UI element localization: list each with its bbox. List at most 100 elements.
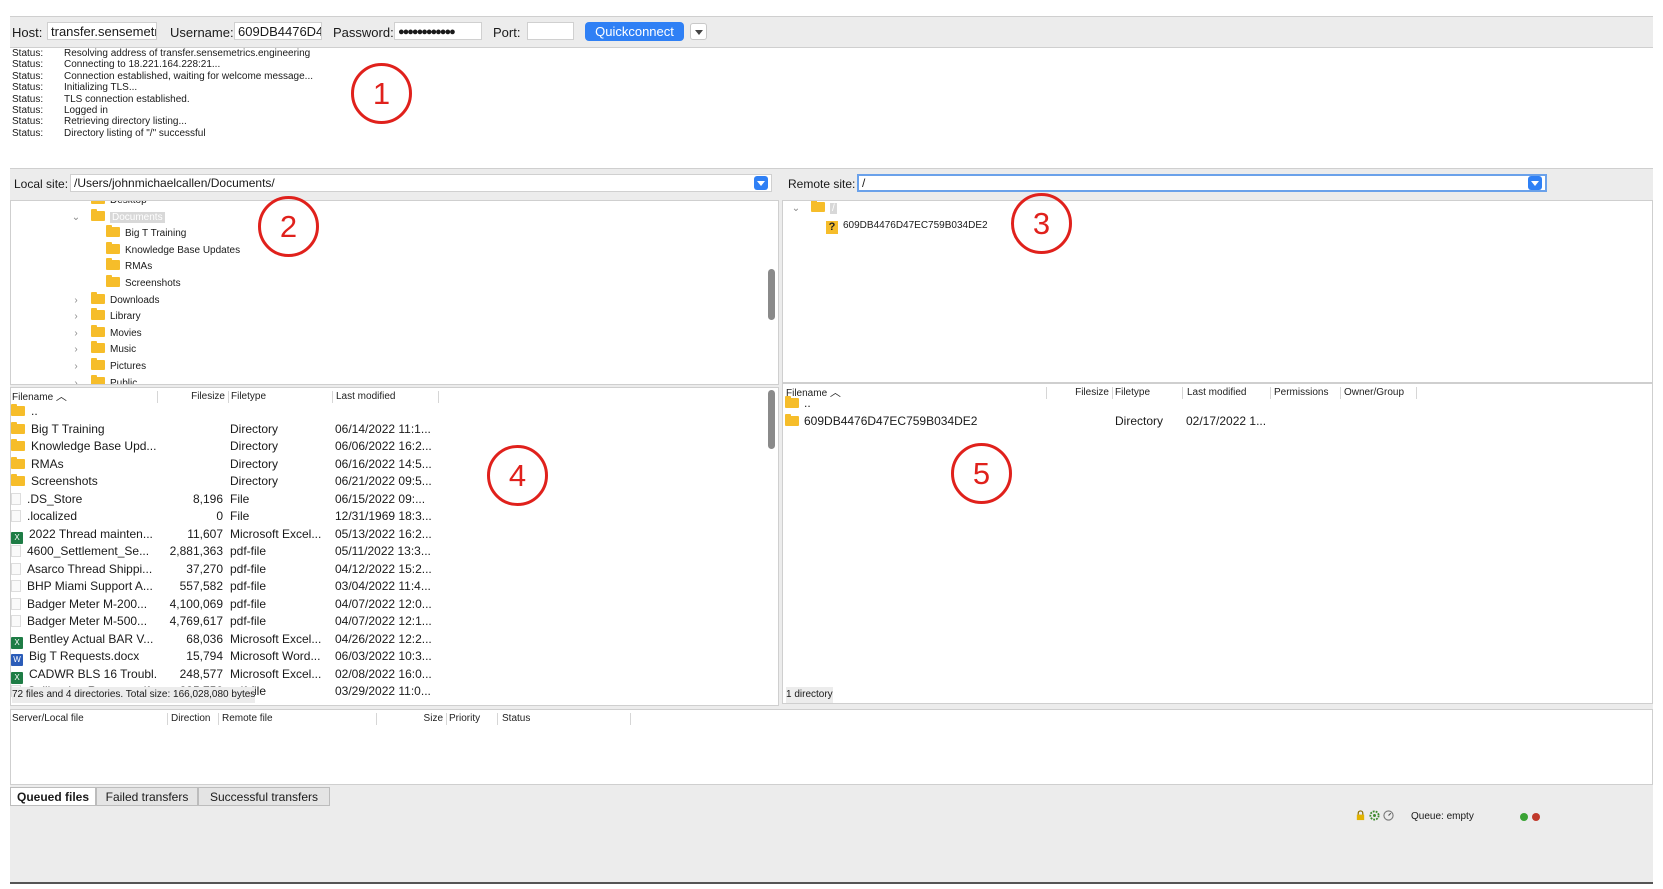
file-row[interactable]: .. xyxy=(11,403,761,420)
queue-col-direction[interactable]: Direction xyxy=(171,710,210,728)
file-size: 15,794 xyxy=(186,649,223,663)
host-input[interactable]: transfer.sensemetrics.engineering xyxy=(47,22,157,40)
column-divider[interactable] xyxy=(218,713,219,725)
file-row[interactable]: Big T Training Directory 06/14/2022 11:1..… xyxy=(11,421,761,438)
file-row[interactable]: RMAs Directory 06/16/2022 14:5... xyxy=(11,456,761,473)
chevron-down-icon[interactable]: ⌄ xyxy=(791,201,801,217)
queue-col-priority[interactable]: Priority xyxy=(449,710,480,728)
password-input[interactable]: ●●●●●●●●●●●● xyxy=(394,22,482,40)
queue-col-server-local-file[interactable]: Server/Local file xyxy=(12,710,84,728)
tree-item[interactable]: ⌄ Documents xyxy=(72,208,165,226)
file-modified: 03/29/2022 11:0... xyxy=(335,684,431,698)
queue-col-status[interactable]: Status xyxy=(502,710,530,728)
remote-site-path[interactable]: / xyxy=(857,174,1547,192)
gear-icon[interactable] xyxy=(1369,810,1380,821)
remote-file-list[interactable]: Filename ︿ Filesize Filetype Last modifi… xyxy=(782,383,1653,704)
file-row[interactable]: 609DB4476D47EC759B034DE2 Directory 02/17/2… xyxy=(783,413,1643,430)
tree-item[interactable]: › Music xyxy=(74,341,136,358)
column-divider[interactable] xyxy=(497,713,498,725)
local-list-scrollbar[interactable] xyxy=(768,390,775,449)
file-row[interactable]: Badger Meter M-500... 4,769,617 pdf-file 04… xyxy=(11,613,761,630)
local-directory-tree[interactable]: Desktop ⌄ Documents Big T Training Knowledge… xyxy=(10,200,779,385)
folder-icon xyxy=(11,439,25,451)
column-divider[interactable] xyxy=(376,713,377,725)
message-log[interactable]: Status: Resolving address of transfer.sen… xyxy=(10,47,1653,169)
tab-failed-transfers[interactable]: Failed transfers xyxy=(96,787,198,806)
local-site-dropdown-icon[interactable] xyxy=(754,176,768,190)
remote-site-dropdown-icon[interactable] xyxy=(1528,176,1542,190)
file-row[interactable]: BHP Miami Support A... 557,582 pdf-file 03/… xyxy=(11,578,761,595)
remote-directory-tree[interactable]: ⌄ /? 609DB4476D47EC759B034DE2 xyxy=(782,200,1653,383)
tab-successful-transfers[interactable]: Successful transfers xyxy=(198,787,330,806)
file-name: .. xyxy=(804,396,811,410)
file-modified: 03/04/2022 11:4... xyxy=(335,579,431,593)
chevron-right-icon[interactable]: › xyxy=(71,376,81,384)
receive-indicator-icon xyxy=(1520,813,1528,821)
chevron-down-icon[interactable]: ⌄ xyxy=(71,210,81,226)
file-row[interactable]: 4600_Settlement_Se... 2,881,363 pdf-file 05… xyxy=(11,543,761,560)
file-row[interactable]: Screenshots Directory 06/21/2022 09:5... xyxy=(11,473,761,490)
queue-col-size[interactable]: Size xyxy=(379,710,443,728)
tree-item[interactable]: › Library xyxy=(74,308,141,325)
quickconnect-button[interactable]: Quickconnect xyxy=(585,22,684,41)
column-divider[interactable] xyxy=(438,391,439,403)
tree-item[interactable]: › Downloads xyxy=(74,291,159,309)
column-divider[interactable] xyxy=(167,713,168,725)
file-row[interactable]: X Bentley Actual BAR V... 68,036 Microsoft … xyxy=(11,631,761,649)
chevron-right-icon[interactable]: › xyxy=(71,293,81,309)
file-type: Directory xyxy=(230,474,279,488)
file-row[interactable]: Knowledge Base Upd... Directory 06/06/2022… xyxy=(11,438,761,455)
quickconnect-history-dropdown[interactable] xyxy=(690,23,707,40)
port-input[interactable] xyxy=(527,22,574,40)
tree-item[interactable]: Screenshots xyxy=(106,275,181,292)
column-divider[interactable] xyxy=(446,713,447,725)
column-divider[interactable] xyxy=(157,391,158,403)
username-input[interactable]: 609DB4476D47EC759B034DE2 xyxy=(234,22,322,40)
column-divider[interactable] xyxy=(332,391,333,403)
local-site-path[interactable]: /Users/johnmichaelcallen/Documents/ xyxy=(70,174,772,192)
file-row[interactable]: X CADWR BLS 16 Troubl... 248,577 Microsoft … xyxy=(11,666,761,684)
file-type: Directory xyxy=(230,421,279,436)
speed-limit-icon[interactable] xyxy=(1382,810,1394,821)
column-divider[interactable] xyxy=(630,713,631,725)
file-row[interactable]: Asarco Thread Shippi... 37,270 pdf-file 04/… xyxy=(11,561,761,578)
tree-item[interactable]: › Public xyxy=(74,374,137,384)
file-row[interactable]: W Big T Requests.docx 15,794 Microsoft Word… xyxy=(11,648,761,666)
local-file-list[interactable]: Filename ︿ Filesize Filetype Last modifi… xyxy=(10,387,779,706)
column-divider[interactable] xyxy=(228,391,229,403)
log-message: Initializing TLS... xyxy=(64,82,138,94)
queue-col-remote-file[interactable]: Remote file xyxy=(222,710,273,728)
file-row[interactable]: .. xyxy=(783,395,1643,412)
file-modified: 06/03/2022 10:3... xyxy=(335,649,432,663)
file-size: 4,769,617 xyxy=(169,614,223,628)
file-name-cell: 4600_Settlement_Se... xyxy=(11,543,157,560)
tree-item[interactable]: › Pictures xyxy=(74,358,146,375)
file-type: pdf-file xyxy=(230,544,267,558)
log-message: Resolving address of transfer.sensemetri… xyxy=(64,48,311,59)
tree-item[interactable]: Knowledge Base Updates xyxy=(106,241,240,259)
tree-item[interactable]: Big T Training xyxy=(106,225,186,242)
tree-item[interactable]: › Movies xyxy=(74,324,142,342)
tree-item[interactable]: ⌄ / xyxy=(792,201,837,217)
tree-item[interactable]: RMAs xyxy=(106,258,152,275)
file-name: Big T Training xyxy=(31,421,105,436)
file-row[interactable]: X 2022 Thread mainten... 11,607 Microsoft E… xyxy=(11,526,761,544)
chevron-right-icon[interactable]: › xyxy=(71,326,81,342)
file-name: .DS_Store xyxy=(27,491,83,506)
lock-icon[interactable] xyxy=(1355,810,1366,821)
local-tree-scrollbar[interactable] xyxy=(768,269,775,320)
file-row[interactable]: Badger Meter M-200... 4,100,069 pdf-file 04… xyxy=(11,596,761,613)
file-row[interactable]: .DS_Store 8,196 File 06/15/2022 09:... xyxy=(11,491,761,508)
excel-file-icon: X xyxy=(11,671,23,684)
chevron-right-icon[interactable]: › xyxy=(71,342,81,358)
folder-icon xyxy=(811,201,825,212)
tab-queued-files[interactable]: Queued files xyxy=(10,787,96,806)
file-name: RMAs xyxy=(31,456,64,471)
file-row[interactable]: .localized 0 File 12/31/1969 18:3... xyxy=(11,508,761,525)
chevron-right-icon[interactable]: › xyxy=(71,309,81,325)
chevron-right-icon[interactable]: › xyxy=(71,359,81,375)
log-key: Status: xyxy=(12,48,44,59)
tree-item[interactable]: Desktop xyxy=(91,201,147,209)
tree-item[interactable]: ? 609DB4476D47EC759B034DE2 xyxy=(826,218,988,234)
transfer-queue[interactable]: Server/Local file Direction Remote file … xyxy=(10,709,1653,785)
